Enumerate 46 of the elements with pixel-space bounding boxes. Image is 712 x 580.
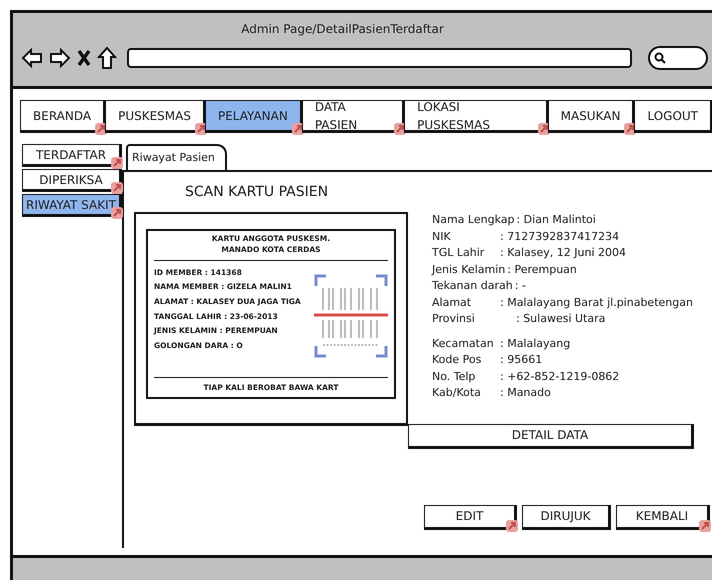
field-value: : +62-852-1219-0862 xyxy=(500,370,620,382)
nav-tab[interactable]: BERANDA xyxy=(20,100,106,133)
home-icon[interactable] xyxy=(97,46,117,70)
action-button[interactable]: DIRUJUK xyxy=(522,504,611,530)
forward-icon[interactable] xyxy=(49,47,71,69)
nav-tab[interactable]: LOGOUT xyxy=(634,100,712,133)
address-field[interactable] xyxy=(127,48,632,68)
detail-data-button[interactable]: DETAIL DATA xyxy=(408,424,694,448)
close-icon[interactable] xyxy=(77,49,91,67)
field-value: : Malalayang Barat jl.pinabetengan xyxy=(500,296,693,308)
field-value: : Dian Malintoi xyxy=(516,213,596,226)
action-button[interactable]: KEMBALI xyxy=(616,504,710,530)
field-value: : Sulawesi Utara xyxy=(516,312,606,325)
nav-tab[interactable]: LOKASI PUSKESMAS xyxy=(404,100,548,133)
field-label: Kecamatan xyxy=(432,336,495,352)
field-value: : Perempuan xyxy=(507,262,577,276)
field-label: Alamat xyxy=(432,294,472,310)
back-icon[interactable] xyxy=(21,47,43,69)
nav-tab[interactable]: DATA PASIEN xyxy=(302,100,404,133)
sidebar-item[interactable]: DIPERIKSA xyxy=(22,169,122,192)
field-label: Provinsi xyxy=(432,311,476,327)
search-icon xyxy=(654,52,666,64)
window-title: Admin Page/DetailPasienTerdaftar xyxy=(240,21,445,38)
field-label: NIK xyxy=(432,228,452,244)
field-label: Kode Pos xyxy=(432,352,482,368)
field-label: Tekanan darah xyxy=(432,278,513,294)
search-field[interactable] xyxy=(648,46,708,70)
sidebar-item[interactable]: TERDAFTAR xyxy=(22,144,122,167)
field-label: TGL Lahir xyxy=(432,245,486,261)
field-value: : 7127392837417234 xyxy=(500,230,620,242)
field-value: : 95661 xyxy=(500,353,542,366)
tab[interactable]: Riwayat Pasien xyxy=(126,144,227,170)
nav-tab[interactable]: PELAYANAN xyxy=(204,100,302,133)
nav-tab[interactable]: PUSKESMAS xyxy=(105,100,205,133)
action-button[interactable]: EDIT xyxy=(424,504,517,530)
field-value: : - xyxy=(514,279,526,292)
field-value: : Manado xyxy=(500,386,551,399)
section-heading: SCAN KARTU PASIEN xyxy=(184,183,330,202)
field-label: Nama Lengkap xyxy=(432,212,514,228)
field-value: : Kalasey, 12 Juni 2004 xyxy=(500,246,626,259)
sidebar-item[interactable]: RIWAYAT SAKIT xyxy=(22,194,122,217)
nav-tab[interactable]: MASUKAN xyxy=(548,100,634,133)
field-label: No. Telp xyxy=(432,368,476,384)
field-label: Kab/Kota xyxy=(432,385,482,401)
field-label: Jenis Kelamin xyxy=(432,262,506,278)
field-value: : Malalayang xyxy=(500,336,570,350)
